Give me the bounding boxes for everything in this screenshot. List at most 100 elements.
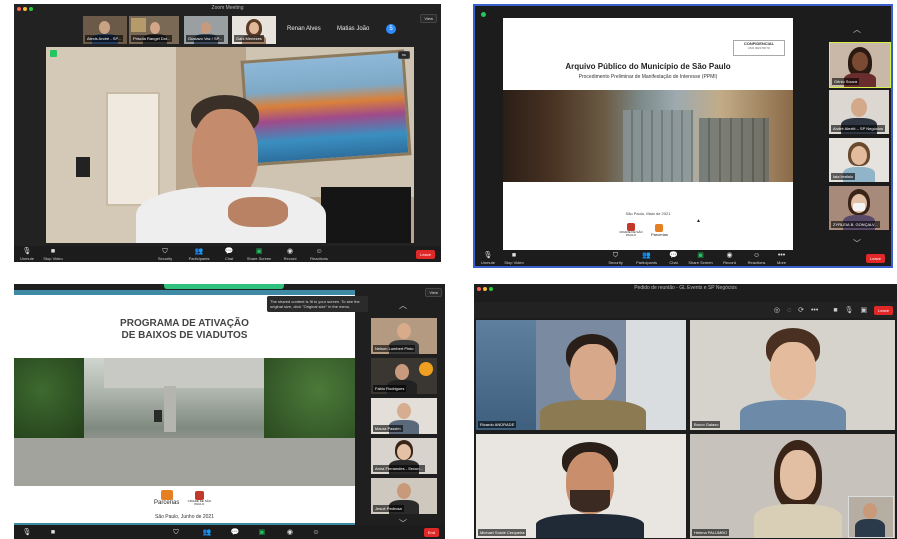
viaduct-deck xyxy=(104,358,264,388)
participants-button[interactable]: 👥 Participants xyxy=(182,248,216,261)
video-camera-icon: ■ xyxy=(50,528,56,536)
microphone-icon[interactable]: 🎙 xyxy=(845,306,854,314)
reactions-button[interactable]: ☺ xyxy=(303,529,329,536)
self-view-thumbnail[interactable] xyxy=(848,496,894,538)
participant-tile-4[interactable]: Helena PALUMBO xyxy=(690,434,895,538)
participants-button[interactable]: 👥 xyxy=(191,529,223,536)
participant-tile-2[interactable]: André Alexitt – SP Negócios xyxy=(829,90,889,134)
toolbar-label: Share Screen xyxy=(246,255,272,261)
participant-tile-5[interactable]: Jesué Pedrosa xyxy=(371,478,437,514)
participant-tile-4[interactable]: Anna Fernandes - Secun... xyxy=(371,438,437,474)
participant-beard xyxy=(570,490,610,512)
chat-button[interactable]: 💬 Chat xyxy=(216,248,242,261)
share-screen-icon: ▣ xyxy=(258,528,266,536)
video-camera-icon: ■ xyxy=(50,247,56,255)
scroll-up-icon[interactable]: ︿ xyxy=(399,300,407,311)
participant-tile-3[interactable]: Maura Pasxim xyxy=(371,398,437,434)
toolbar-label: Reactions xyxy=(310,255,328,261)
video-camera-icon[interactable]: ■ xyxy=(833,307,837,314)
participant-face xyxy=(397,483,411,499)
share-icon[interactable]: ⟳ xyxy=(798,306,804,314)
partner-logo-text: Parcerias xyxy=(651,231,668,237)
record-button[interactable]: ◉ Record xyxy=(717,252,743,265)
reactions-button[interactable]: ☺ Reactions xyxy=(304,248,334,261)
zoom-window-1: Zoom Meeting Alexis André - SP... Prisci… xyxy=(14,4,441,262)
scroll-up-icon[interactable]: ︿ xyxy=(853,24,861,35)
participant-tile-1[interactable]: Nelson Lumbert Pinto xyxy=(371,318,437,354)
view-button[interactable]: View xyxy=(420,14,437,23)
stop-video-button[interactable]: ■ xyxy=(40,529,66,536)
viaduct-pillar xyxy=(164,386,176,432)
chat-icon[interactable]: ◌ xyxy=(787,307,791,314)
thumbnail-1[interactable]: Alexis André - SP... xyxy=(83,16,127,44)
self-view-face xyxy=(863,503,877,519)
security-button[interactable]: ⛉ Security xyxy=(148,248,182,261)
video-badge: Blk xyxy=(398,51,411,59)
slide-date: São Paulo, Junho de 2021 xyxy=(155,514,214,520)
unmute-button[interactable]: 🎙 xyxy=(14,529,40,536)
participant-name: Bruno Galaxo xyxy=(692,421,721,428)
window-background xyxy=(476,320,536,430)
screen-icon[interactable]: ▣ xyxy=(860,306,867,314)
share-screen-button[interactable]: ▣ xyxy=(247,529,277,536)
name-tile-matias[interactable]: Matias João xyxy=(337,26,369,32)
view-button[interactable]: View xyxy=(425,288,442,297)
participant-tile-1[interactable]: Ricardo ANDRADE xyxy=(476,320,686,430)
participant-name: Gênio Souza xyxy=(832,78,860,85)
share-screen-button[interactable]: ▣ Share Screen xyxy=(685,252,717,265)
more-participants-badge[interactable]: 5 xyxy=(386,24,396,34)
participant-tile-4[interactable]: ZYRLEIA B. GONÇALV... xyxy=(829,186,889,230)
security-button[interactable]: ⛉ Security xyxy=(601,252,631,265)
record-button[interactable]: ◉ Record xyxy=(276,248,304,261)
user-icon[interactable]: ◎ xyxy=(774,306,780,314)
end-button[interactable]: End xyxy=(423,527,439,537)
share-screen-button[interactable]: ▣ Share Screen xyxy=(242,248,276,261)
main-video xyxy=(46,47,414,243)
participant-tile-3[interactable]: Michael Soiclé Cerqueira xyxy=(476,434,686,538)
more-button[interactable]: ••• More xyxy=(771,252,793,265)
security-button[interactable]: ⛉ xyxy=(161,529,191,536)
smiley-icon: ☺ xyxy=(315,247,323,255)
reactions-button[interactable]: ☺ Reactions xyxy=(743,252,771,265)
participant-tile-3[interactable]: Iaia Irrafalo xyxy=(829,138,889,182)
partner-logo-text: Parcerias xyxy=(154,500,180,506)
more-dots-icon[interactable]: ••• xyxy=(811,307,818,314)
logos: CIDADE DE SÃO PAULO Parcerias xyxy=(619,223,668,237)
participant-face xyxy=(397,444,411,460)
stop-video-button[interactable]: ■ Stop Video xyxy=(501,252,527,265)
participant-face xyxy=(570,344,616,402)
chat-icon: 💬 xyxy=(230,528,240,536)
toolbar-label: Share Screen xyxy=(688,259,713,265)
zoom-window-4: Pedido de reunião - GL Events e SP Negóc… xyxy=(474,284,897,539)
participant-face xyxy=(395,364,409,380)
record-icon: ◉ xyxy=(286,528,293,536)
participants-button[interactable]: 👥 Participants xyxy=(631,252,663,265)
participant-tile-1[interactable]: Gênio Souza xyxy=(829,42,891,88)
unmute-button[interactable]: 🎙 Unmute xyxy=(14,248,40,261)
slide-date: São Paulo, Maio de 2021 xyxy=(625,211,671,216)
stop-video-button[interactable]: ■ Stop Video xyxy=(40,248,66,261)
toolbar-label: Record xyxy=(723,259,736,265)
scroll-down-icon[interactable]: ﹀ xyxy=(853,238,861,249)
leave-button[interactable]: Leave xyxy=(874,305,893,315)
trees-right xyxy=(264,358,355,438)
chat-button[interactable]: 💬 Chat xyxy=(663,252,685,265)
leave-button[interactable]: Leave xyxy=(416,249,435,259)
participant-tile-2[interactable]: Fabio Rodrigues xyxy=(371,358,437,394)
name-tile-renan[interactable]: Renan Alves xyxy=(287,26,321,32)
fit-tooltip: The shared content is fit to your screen… xyxy=(267,296,368,312)
leave-button[interactable]: Leave xyxy=(866,253,885,263)
participant-tile-2[interactable]: Bruno Galaxo xyxy=(690,320,895,430)
thumbnail-2[interactable]: Priscila Rangel Dot... xyxy=(129,16,179,44)
speaker-hand xyxy=(228,197,288,227)
chat-button[interactable]: 💬 xyxy=(223,529,247,536)
window-title: Zoom Meeting xyxy=(211,5,244,11)
self-view-body xyxy=(855,519,885,537)
participant-name: Iaia Irrafalo xyxy=(831,173,856,180)
archive-photo xyxy=(503,90,793,182)
thumbnail-4[interactable]: Gabi Menezes xyxy=(232,16,276,44)
confidential-badge: CONFIDENCIAL USO RESTRITO xyxy=(733,40,785,56)
unmute-button[interactable]: 🎙 Unmute xyxy=(475,252,501,265)
record-button[interactable]: ◉ xyxy=(277,529,303,536)
thumbnail-3[interactable]: Gustavo Vaz / SP... xyxy=(184,16,228,44)
